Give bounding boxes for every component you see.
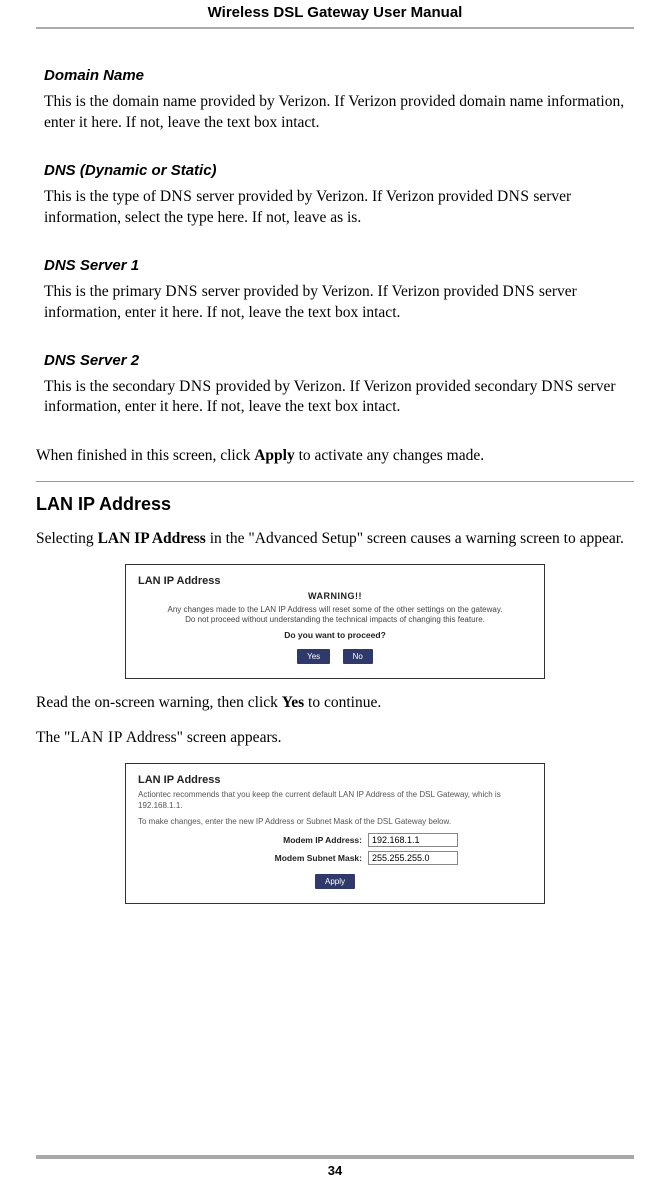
screenshot-warning-dialog: LAN IP Address WARNING!! Any changes mad… bbox=[125, 564, 545, 679]
page-header-title: Wireless DSL Gateway User Manual bbox=[36, 4, 634, 27]
warning-line-1: Any changes made to the LAN IP Address w… bbox=[138, 605, 532, 615]
smallcaps-dns: DNS bbox=[503, 283, 536, 300]
smallcaps-dns: DNS bbox=[165, 283, 198, 300]
lan-form-title: LAN IP Address bbox=[138, 774, 532, 786]
lan-paragraph-2: Read the on-screen warning, then click Y… bbox=[36, 693, 634, 714]
text: The " bbox=[36, 729, 70, 746]
text: Read the on-screen warning, then click bbox=[36, 694, 282, 711]
section-body-domain-name: This is the domain name provided by Veri… bbox=[44, 92, 634, 134]
finish-paragraph: When finished in this screen, click Appl… bbox=[36, 446, 634, 467]
heading-lan-ip-address: LAN IP Address bbox=[36, 494, 634, 515]
smallcaps-dns: DNS bbox=[179, 378, 212, 395]
section-title-dns2: DNS Server 2 bbox=[44, 352, 634, 369]
text: in the "Advanced Setup" screen causes a … bbox=[206, 530, 624, 547]
warning-line-2: Do not proceed without understanding the… bbox=[138, 615, 532, 625]
text: provided by Verizon. If Verizon provided… bbox=[212, 378, 542, 395]
footer-rule bbox=[36, 1155, 634, 1159]
page-number: 34 bbox=[36, 1163, 634, 1178]
modem-mask-label: Modem Subnet Mask: bbox=[212, 853, 362, 863]
lan-paragraph-3: The "LAN IP Address" screen appears. bbox=[36, 728, 634, 749]
page-footer: 34 bbox=[36, 1155, 634, 1178]
warning-title: LAN IP Address bbox=[138, 575, 532, 587]
screenshot-lan-ip-form: LAN IP Address Actiontec recommends that… bbox=[125, 763, 545, 904]
modem-mask-input[interactable] bbox=[368, 851, 458, 865]
text: to activate any changes made. bbox=[295, 447, 484, 464]
smallcaps-dns: DNS bbox=[160, 188, 193, 205]
section-body-dns-type: This is the type of DNS server provided … bbox=[44, 187, 634, 229]
smallcaps-dns: DNS bbox=[541, 378, 574, 395]
text: server provided by Verizon. If Verizon p… bbox=[198, 283, 503, 300]
text: to continue. bbox=[304, 694, 381, 711]
smallcaps-lan-ip: LAN IP bbox=[70, 729, 123, 746]
section-title-domain-name: Domain Name bbox=[44, 67, 634, 84]
section-body-dns2: This is the secondary DNS provided by Ve… bbox=[44, 377, 634, 419]
section-title-dns-type: DNS (Dynamic or Static) bbox=[44, 162, 634, 179]
lan-form-desc-2: To make changes, enter the new IP Addres… bbox=[138, 817, 532, 827]
text: This is the primary bbox=[44, 283, 165, 300]
apply-button[interactable]: Apply bbox=[315, 874, 355, 889]
section-title-dns1: DNS Server 1 bbox=[44, 257, 634, 274]
lan-paragraph-1: Selecting LAN IP Address in the "Advance… bbox=[36, 529, 634, 550]
text: Address" screen appears. bbox=[123, 729, 282, 746]
text: When finished in this screen, click bbox=[36, 447, 254, 464]
smallcaps-dns: DNS bbox=[497, 188, 530, 205]
modem-ip-label: Modem IP Address: bbox=[212, 835, 362, 845]
section-body-dns1: This is the primary DNS server provided … bbox=[44, 282, 634, 324]
text: Selecting bbox=[36, 530, 98, 547]
text: This is the type of bbox=[44, 188, 160, 205]
text: This is the secondary bbox=[44, 378, 179, 395]
header-rule bbox=[36, 27, 634, 29]
section-divider bbox=[36, 481, 634, 482]
text: server provided by Verizon. If Verizon p… bbox=[192, 188, 497, 205]
warning-header: WARNING!! bbox=[138, 591, 532, 601]
no-button[interactable]: No bbox=[343, 649, 373, 664]
bold-yes: Yes bbox=[282, 694, 304, 711]
bold-apply: Apply bbox=[254, 447, 295, 464]
modem-ip-input[interactable] bbox=[368, 833, 458, 847]
yes-button[interactable]: Yes bbox=[297, 649, 330, 664]
bold-lan-ip-address: LAN IP Address bbox=[98, 530, 206, 547]
warning-proceed: Do you want to proceed? bbox=[138, 630, 532, 640]
lan-form-desc-1: Actiontec recommends that you keep the c… bbox=[138, 790, 532, 811]
